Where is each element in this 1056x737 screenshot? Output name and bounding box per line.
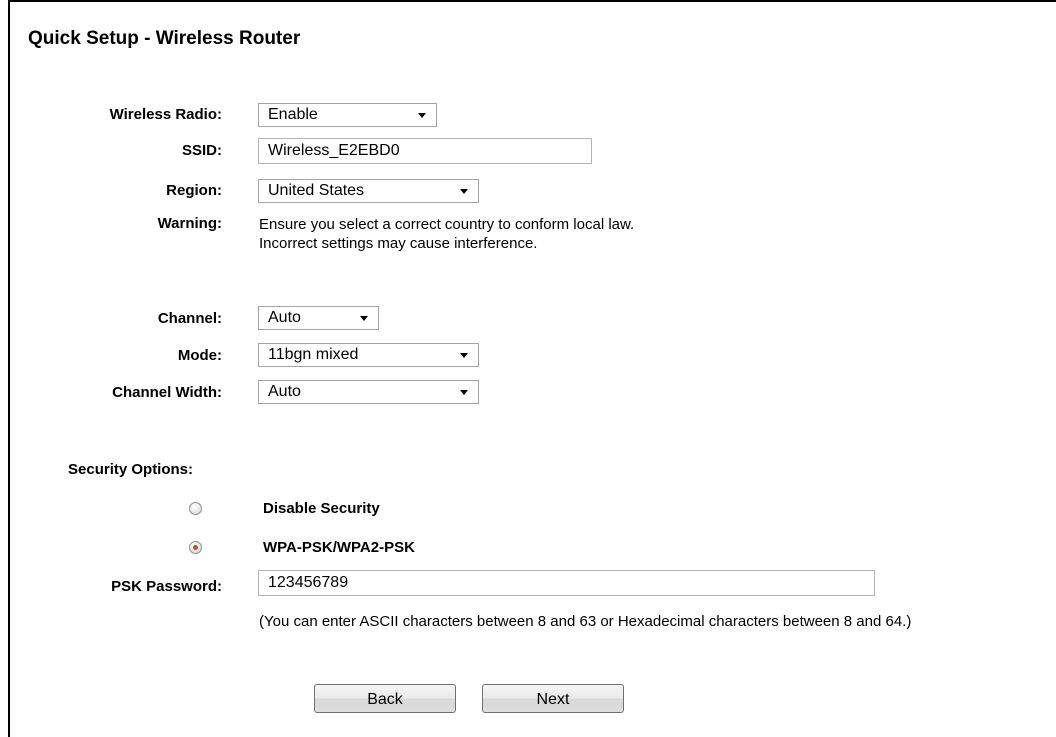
disable-security-label[interactable]: Disable Security bbox=[263, 500, 380, 517]
back-button[interactable]: Back bbox=[314, 684, 456, 713]
wireless-radio-label: Wireless Radio: bbox=[109, 106, 222, 123]
channel-select[interactable]: Auto bbox=[258, 306, 379, 330]
chevron-down-icon bbox=[460, 353, 468, 358]
security-options-heading: Security Options: bbox=[68, 461, 194, 478]
warning-label: Warning: bbox=[157, 215, 222, 232]
psk-password-input[interactable]: 123456789 bbox=[258, 570, 875, 596]
channel-width-label: Channel Width: bbox=[112, 384, 222, 401]
wireless-radio-value: Enable bbox=[268, 106, 318, 123]
channel-width-select[interactable]: Auto bbox=[258, 380, 479, 404]
warning-line-1: Ensure you select a correct country to c… bbox=[259, 216, 635, 233]
chevron-down-icon bbox=[460, 189, 468, 194]
region-value: United States bbox=[268, 182, 365, 199]
ssid-input[interactable]: Wireless_E2EBD0 bbox=[258, 138, 592, 164]
wireless-radio-select[interactable]: Enable bbox=[258, 103, 437, 127]
channel-value: Auto bbox=[268, 309, 301, 326]
wpa-psk-radio[interactable] bbox=[189, 541, 202, 554]
region-select[interactable]: United States bbox=[258, 179, 479, 203]
chevron-down-icon bbox=[360, 316, 368, 321]
channel-width-value: Auto bbox=[268, 383, 301, 400]
page-title: Quick Setup - Wireless Router bbox=[28, 28, 301, 49]
next-button[interactable]: Next bbox=[482, 684, 624, 713]
psk-password-label: PSK Password: bbox=[111, 578, 222, 595]
warning-line-2: Incorrect settings may cause interferenc… bbox=[259, 235, 538, 252]
channel-label: Channel: bbox=[157, 310, 222, 327]
mode-value: 11bgn mixed bbox=[268, 346, 359, 363]
chevron-down-icon bbox=[460, 390, 468, 395]
psk-password-hint: (You can enter ASCII characters between … bbox=[259, 613, 912, 630]
ssid-label: SSID: bbox=[181, 142, 222, 159]
region-label: Region: bbox=[166, 182, 222, 199]
disable-security-radio[interactable] bbox=[189, 502, 202, 515]
mode-select[interactable]: 11bgn mixed bbox=[258, 343, 479, 367]
mode-label: Mode: bbox=[177, 347, 222, 364]
chevron-down-icon bbox=[418, 113, 426, 118]
wpa-psk-label[interactable]: WPA-PSK/WPA2-PSK bbox=[263, 539, 415, 556]
radio-dot bbox=[193, 545, 198, 550]
